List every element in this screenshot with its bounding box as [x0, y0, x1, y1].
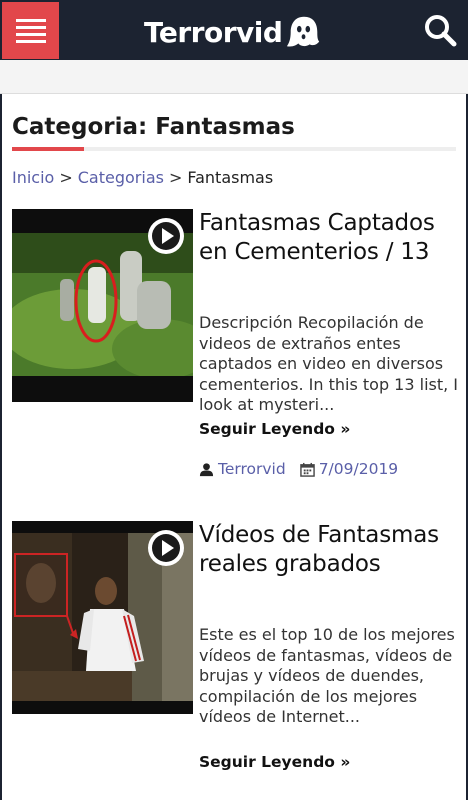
title-underline-accent [12, 147, 84, 151]
logo-text: Terrorvid [144, 15, 283, 49]
search-icon[interactable] [422, 12, 458, 48]
read-more-link[interactable]: Seguir Leyendo » [199, 420, 350, 438]
post-card: Vídeos de Fantasmas reales grabados Este… [12, 521, 458, 800]
breadcrumb-separator: > [168, 168, 183, 187]
post-date: 7/09/2019 [318, 460, 399, 478]
ghost-logo-icon [287, 16, 320, 47]
post-excerpt: Este es el top 10 de los mejores vídeos … [199, 625, 455, 726]
user-icon [199, 462, 214, 476]
breadcrumb-current: Fantasmas [187, 168, 274, 187]
post-card: Fantasmas Captados en Cementerios / 13 D… [12, 209, 458, 489]
title-underline [12, 147, 456, 151]
post-thumbnail[interactable] [12, 209, 193, 402]
top-navigation-bar: Terrorvid [0, 0, 468, 60]
site-logo[interactable]: Terrorvid [144, 12, 323, 52]
breadcrumb: Inicio > Categorias > Fantasmas [12, 168, 273, 187]
hamburger-menu-button[interactable] [2, 2, 59, 59]
post-thumbnail[interactable] [12, 521, 193, 714]
breadcrumb-link-categorias[interactable]: Categorias [78, 168, 164, 187]
post-title[interactable]: Vídeos de Fantasmas reales grabados [199, 521, 461, 579]
secondary-bar [0, 60, 468, 94]
frame-left-border [0, 0, 2, 800]
post-author[interactable]: Terrorvid [218, 460, 286, 478]
post-excerpt: Descripción Recopilación de videos de ex… [199, 313, 459, 414]
play-icon [148, 530, 184, 566]
breadcrumb-link-inicio[interactable]: Inicio [12, 168, 54, 187]
hamburger-menu-icon [15, 18, 46, 22]
post-meta: Terrorvid 7/09/2019 [199, 460, 398, 478]
play-icon [148, 218, 184, 254]
post-title[interactable]: Fantasmas Captados en Cementerios / 13 [199, 209, 461, 267]
read-more-link[interactable]: Seguir Leyendo » [199, 753, 350, 771]
calendar-icon [299, 462, 315, 477]
breadcrumb-separator: > [59, 168, 73, 187]
page-title: Categoria: Fantasmas [12, 114, 295, 140]
